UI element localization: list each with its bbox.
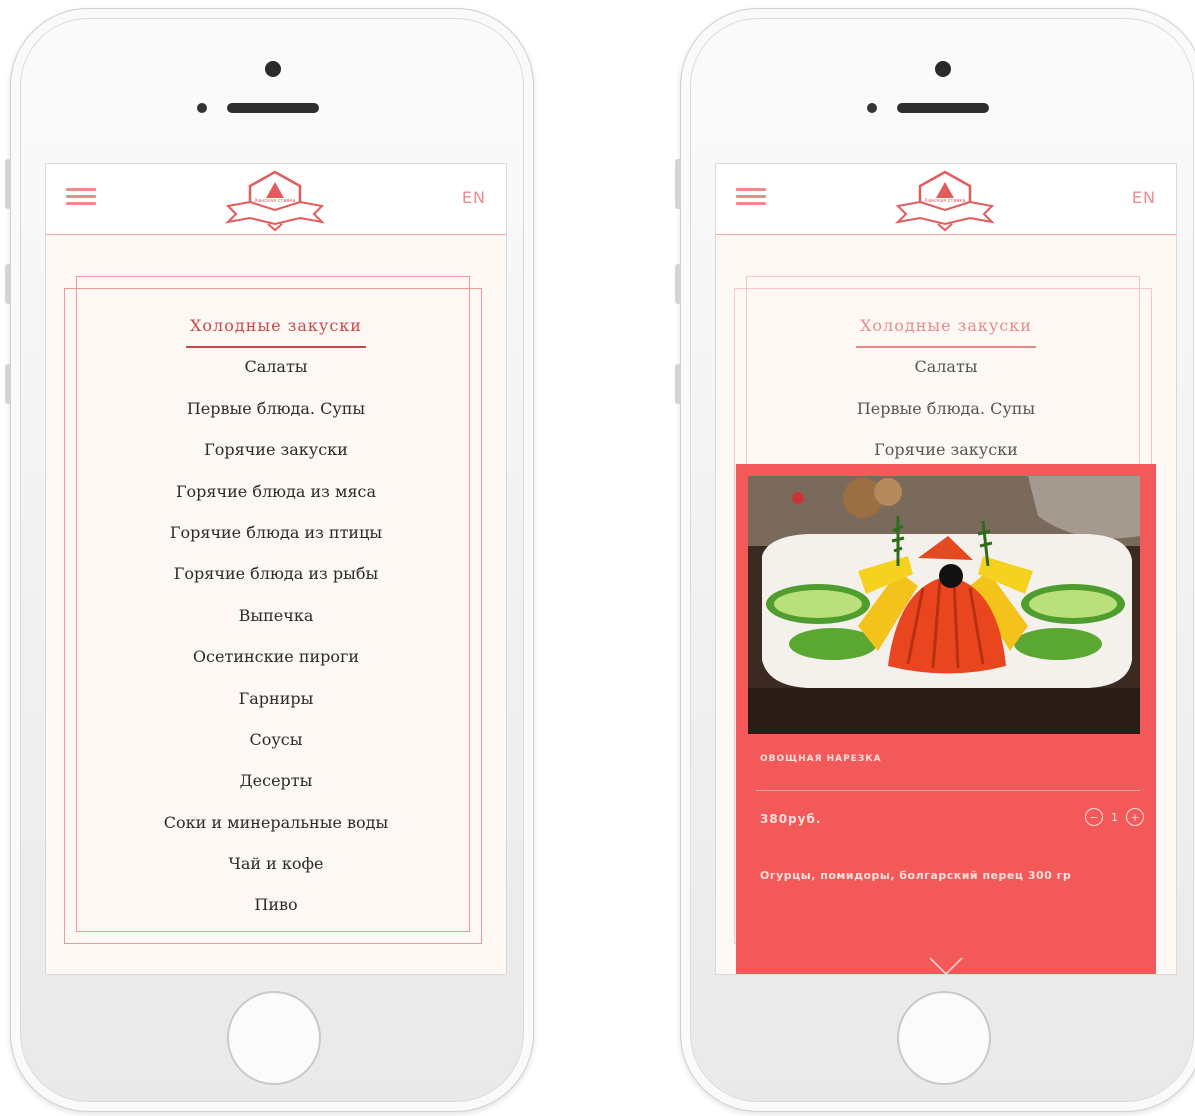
divider [756, 790, 1140, 791]
volume-down-button [5, 364, 11, 404]
plus-icon[interactable]: + [1126, 808, 1144, 826]
menu-item-sauces[interactable]: Соусы [46, 726, 506, 767]
language-switch-en[interactable]: EN [1132, 188, 1156, 207]
hat-emblem-icon[interactable]: Ханская ставка [890, 168, 1000, 232]
mute-switch [675, 159, 681, 209]
screen-dish-detail: Ханская ставка EN Холодные закуски Салат… [715, 163, 1177, 975]
screen-menu-list: Ханская ставка EN Холодные закуски Салат… [45, 163, 507, 975]
hamburger-icon[interactable] [66, 188, 96, 206]
home-button [227, 991, 321, 1085]
svg-text:Ханская ставка: Ханская ставка [925, 198, 966, 204]
menu-item-desserts[interactable]: Десерты [46, 767, 506, 808]
proximity-sensor [197, 103, 207, 113]
menu-item-hot-appetizers[interactable]: Горячие закуски [46, 436, 506, 477]
dish-name: ОВОЩНАЯ НАРЕЗКА [760, 754, 882, 764]
category-menu: Холодные закуски Салаты Первые блюда. Су… [46, 312, 506, 933]
mute-switch [5, 159, 11, 209]
phone-right-frame: Ханская ставка EN Холодные закуски Салат… [675, 8, 1195, 1112]
category-menu: Холодные закуски Салаты Первые блюда. Су… [716, 312, 1176, 478]
menu-item-ossetian-pies[interactable]: Осетинские пироги [46, 643, 506, 684]
earpiece-speaker [227, 103, 319, 113]
phone-left-frame: Ханская ставка EN Холодные закуски Салат… [5, 8, 534, 1112]
menu-item-juices-water[interactable]: Соки и минеральные воды [46, 809, 506, 850]
quantity-value: 1 [1111, 810, 1118, 824]
menu-item-pastry[interactable]: Выпечка [46, 602, 506, 643]
menu-item-hot-poultry[interactable]: Горячие блюда из птицы [46, 519, 506, 560]
svg-text:Ханская ставка: Ханская ставка [255, 198, 296, 204]
home-button [897, 991, 991, 1085]
menu-item-cold-appetizers[interactable]: Холодные закуски [716, 312, 1176, 353]
dish-price: 380руб. [760, 812, 822, 826]
menu-item-hot-fish[interactable]: Горячие блюда из рыбы [46, 560, 506, 601]
volume-up-button [675, 264, 681, 304]
proximity-sensor [867, 103, 877, 113]
app-header: Ханская ставка EN [46, 164, 506, 235]
menu-item-soups[interactable]: Первые блюда. Супы [46, 395, 506, 436]
hat-emblem-icon[interactable]: Ханская ставка [220, 168, 330, 232]
dish-description: Огурцы, помидоры, болгарский перец 300 г… [760, 869, 1072, 882]
menu-item-salads[interactable]: Салаты [716, 353, 1176, 394]
menu-item-salads[interactable]: Салаты [46, 353, 506, 394]
hamburger-icon[interactable] [736, 188, 766, 206]
menu-item-hot-meat[interactable]: Горячие блюда из мяса [46, 478, 506, 519]
language-switch-en[interactable]: EN [462, 188, 486, 207]
menu-item-cold-appetizers[interactable]: Холодные закуски [46, 312, 506, 353]
menu-item-garnishes[interactable]: Гарниры [46, 685, 506, 726]
dish-card: ОВОЩНАЯ НАРЕЗКА 380руб. − 1 + Огурцы, по… [736, 464, 1156, 975]
front-camera [265, 61, 281, 77]
minus-icon[interactable]: − [1085, 808, 1103, 826]
dish-photo-vegetable-platter [748, 476, 1140, 734]
volume-down-button [675, 364, 681, 404]
quantity-stepper: − 1 + [1085, 808, 1144, 826]
menu-item-tea-coffee[interactable]: Чай и кофе [46, 850, 506, 891]
close-x-icon[interactable] [926, 954, 966, 975]
app-header: Ханская ставка EN [716, 164, 1176, 235]
earpiece-speaker [897, 103, 989, 113]
menu-item-beer[interactable]: Пиво [46, 891, 506, 932]
volume-up-button [5, 264, 11, 304]
menu-item-soups[interactable]: Первые блюда. Супы [716, 395, 1176, 436]
front-camera [935, 61, 951, 77]
